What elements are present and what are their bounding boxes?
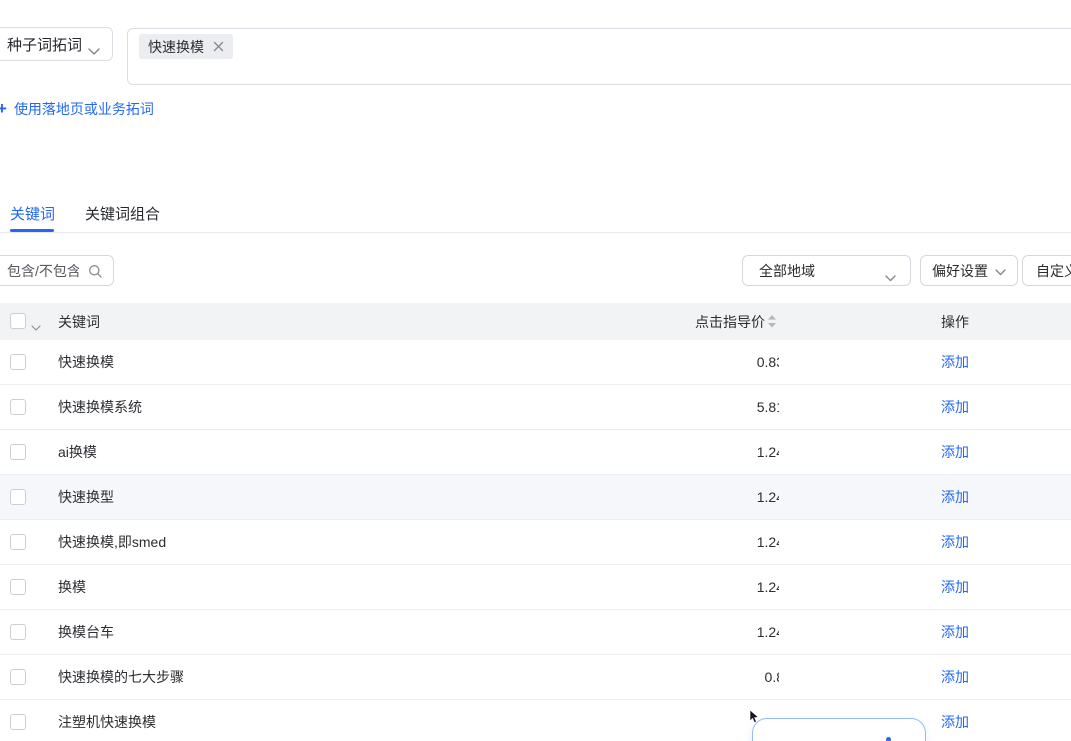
sort-icon[interactable] [768,315,776,333]
table-row[interactable]: 快速换模,即smed 1.24 添加 [0,520,1071,565]
loading-dot [886,737,891,741]
table-row[interactable]: ai换模 1.24 添加 [0,430,1071,475]
row-checkbox[interactable] [10,534,26,550]
expand-link-label: 使用落地页或业务拓词 [14,99,154,119]
tab-keyword-combinations[interactable]: 关键词组合 [85,203,160,224]
keyword-cell: 换模 [58,565,86,609]
price-cell: 1.24 [690,475,779,519]
price-cell: 5.81 [690,385,779,429]
expand-by-landing-page-link[interactable]: + 使用落地页或业务拓词 [0,99,154,119]
keyword-cell: ai换模 [58,430,97,474]
table-row[interactable]: 快速换模 0.83 添加 [0,340,1071,385]
row-checkbox[interactable] [10,579,26,595]
price-cell: 0.8 [690,655,779,699]
row-checkbox[interactable] [10,444,26,460]
chevron-down-icon [885,269,896,285]
price-cell: 1.24 [690,610,779,654]
region-select-value: 全部地域 [759,261,815,281]
price-cell: 1.24 [690,565,779,609]
select-all-checkbox[interactable] [10,313,26,329]
column-header-price[interactable]: 点击指导价 [695,303,765,340]
table-row[interactable]: 换模 1.24 添加 [0,565,1071,610]
close-icon[interactable] [213,41,224,52]
table-row[interactable]: 换模台车 1.24 添加 [0,610,1071,655]
add-keyword-link[interactable]: 添加 [941,610,969,654]
customize-columns-button[interactable]: 自定义 [1022,255,1071,286]
seed-mode-select[interactable]: 种子词拓词 [0,27,113,61]
add-keyword-link[interactable]: 添加 [941,520,969,564]
keyword-filter-input-wrap [0,255,114,286]
hover-popover [752,718,926,741]
keyword-cell: 换模台车 [58,610,114,654]
keyword-cell: 快速换模的七大步骤 [58,655,184,699]
chevron-down-icon [88,42,100,60]
row-checkbox[interactable] [10,489,26,505]
row-checkbox[interactable] [10,399,26,415]
tab-keywords[interactable]: 关键词 [10,203,55,224]
keyword-cell: 快速换型 [58,475,114,519]
preference-settings-button[interactable]: 偏好设置 [920,255,1018,286]
plus-icon: + [0,102,7,116]
table-row[interactable]: 快速换模的七大步骤 0.8 添加 [0,655,1071,700]
seed-tag-label: 快速换模 [148,37,204,57]
row-checkbox[interactable] [10,624,26,640]
table-header: 关键词 点击指导价 操作 [0,303,1071,340]
table-row[interactable]: 快速换型 1.24 添加 [0,475,1071,520]
keyword-filter-input[interactable] [7,263,79,279]
add-keyword-link[interactable]: 添加 [941,430,969,474]
keyword-cell: 快速换模,即smed [58,520,166,564]
add-keyword-link[interactable]: 添加 [941,340,969,384]
seed-tag: 快速换模 [139,34,233,59]
add-keyword-link[interactable]: 添加 [941,655,969,699]
price-cell: 1.24 [690,520,779,564]
result-tabs: 关键词 关键词组合 [0,196,1071,232]
tabs-divider [0,232,1071,233]
keyword-cell: 快速换模系统 [58,385,142,429]
customize-columns-label: 自定义 [1036,261,1071,281]
add-keyword-link[interactable]: 添加 [941,385,969,429]
column-header-action: 操作 [941,303,969,340]
seed-words-input-area[interactable]: 快速换模 [127,28,1071,85]
add-keyword-link[interactable]: 添加 [941,475,969,519]
keyword-cell: 快速换模 [58,340,114,384]
chevron-down-icon [995,263,1006,279]
row-checkbox[interactable] [10,714,26,730]
region-select[interactable]: 全部地域 [742,255,911,286]
table-body: 快速换模 0.83 添加 快速换模系统 5.81 添加 ai换模 1.24 添加… [0,340,1071,741]
row-checkbox[interactable] [10,669,26,685]
keyword-expansion-page: 种子词拓词 快速换模 + 使用落地页或业务拓词 关键词 关键词组合 全部地域 [0,0,1071,741]
seed-mode-label: 种子词拓词 [7,34,82,55]
keyword-cell: 注塑机快速换模 [58,700,156,741]
column-header-keyword: 关键词 [58,303,100,340]
row-checkbox[interactable] [10,354,26,370]
table-row[interactable]: 快速换模系统 5.81 添加 [0,385,1071,430]
price-cell: 1.24 [690,430,779,474]
price-cell: 0.83 [690,340,779,384]
search-icon[interactable] [88,264,103,284]
preference-settings-label: 偏好设置 [932,261,988,281]
add-keyword-link[interactable]: 添加 [941,700,969,741]
selection-menu-chevron-icon[interactable] [31,318,41,336]
add-keyword-link[interactable]: 添加 [941,565,969,609]
